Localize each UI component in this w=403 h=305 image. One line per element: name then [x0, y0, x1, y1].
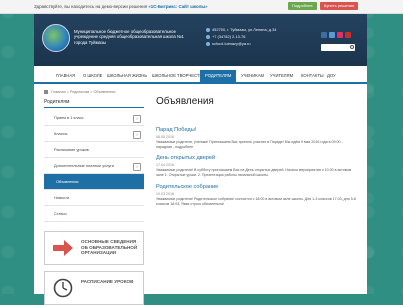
- news-desc: Уважаемые родители, ученики! Приглашаем …: [156, 140, 343, 149]
- nav-students[interactable]: УЧЕНИКАМ: [241, 70, 264, 82]
- sidebar-item-label: Новости: [54, 195, 70, 200]
- sidebar-item-label: Объявления: [56, 179, 79, 184]
- nav-teachers[interactable]: УЧИТЕЛЯМ: [270, 70, 293, 82]
- site-header: Муниципальное бюджетное общеобразователь…: [34, 14, 367, 66]
- clock-icon: [53, 278, 73, 298]
- chevron-right-icon[interactable]: ›: [133, 115, 141, 123]
- nav-school-life[interactable]: ШКОЛЬНАЯ ЖИЗНЬ: [107, 70, 147, 82]
- news-item: Парад Победы! 08.05.2016 Уважаемые родит…: [156, 127, 356, 149]
- sidebar-item-classes[interactable]: Классы ›: [44, 126, 144, 142]
- news-desc: Уважаемые родители! В субботу приглашаем…: [156, 168, 352, 177]
- twitter-icon[interactable]: [329, 32, 335, 38]
- youtube-icon[interactable]: [345, 32, 351, 38]
- org-name[interactable]: Муниципальное бюджетное общеобразователь…: [74, 29, 192, 45]
- sidebar-item-articles[interactable]: Статьи: [44, 206, 144, 222]
- nav-home[interactable]: ГЛАВНАЯ: [56, 70, 75, 82]
- news-date: 08.05.2016: [156, 135, 174, 139]
- sidebar-item-label: Расписание уроков: [54, 147, 89, 152]
- buy-solution-button[interactable]: Купить решение: [320, 2, 359, 10]
- page-panel: Муниципальное бюджетное общеобразователь…: [34, 14, 367, 305]
- nav-dou[interactable]: ДОУ: [327, 70, 336, 82]
- news-title[interactable]: Парад Победы!: [156, 127, 356, 133]
- chevron-right-icon[interactable]: ›: [133, 163, 141, 171]
- sidebar-item-label: Классы: [54, 131, 68, 136]
- sidebar-item-schedule[interactable]: Расписание уроков: [44, 142, 144, 158]
- sidebar-item-news[interactable]: Новости: [44, 190, 144, 206]
- social-links: [321, 32, 351, 38]
- chevron-right-icon[interactable]: ›: [133, 131, 141, 139]
- news-item: День открытых дверей 17.04.2016 Уважаемы…: [156, 155, 356, 177]
- demo-notice-bar: Здравствуйте, вы находитесь на демо-верс…: [0, 0, 403, 14]
- banner-org-info[interactable]: Основные сведения об образовательной орг…: [44, 231, 144, 265]
- crumb-current: Объявления: [93, 90, 116, 94]
- breadcrumb: Главная > Родителям > Объявления: [44, 90, 115, 94]
- email-link[interactable]: school-tuimazy@ya.ru: [212, 40, 251, 47]
- sidebar-item-label: Прием в 1 класс: [54, 115, 84, 120]
- sidebar-item-announcements[interactable]: Объявления: [44, 174, 144, 190]
- sidebar-item-admission[interactable]: Прием в 1 класс ›: [44, 110, 144, 126]
- sidebar-title: Родителям: [44, 99, 144, 108]
- arrow-right-icon: [53, 240, 73, 256]
- news-item: Родительское собрание 10.03.2016 Уважаем…: [156, 184, 356, 206]
- notice-product-link[interactable]: «1С-Битрикс: Сайт школы»: [148, 4, 207, 9]
- news-title[interactable]: День открытых дверей: [156, 155, 356, 161]
- sidebar-item-label: Дополнительные платные услуги: [54, 163, 114, 168]
- crumb-home[interactable]: Главная: [51, 90, 65, 94]
- sidebar-item-label: Статьи: [54, 211, 67, 216]
- news-date: 17.04.2016: [156, 163, 174, 167]
- page-title: Объявления: [156, 96, 214, 107]
- more-info-button[interactable]: Подробнее: [288, 2, 317, 10]
- sidebar-item-paid-services[interactable]: Дополнительные платные услуги ›: [44, 158, 144, 174]
- news-date: 10.03.2016: [156, 192, 174, 196]
- main-nav: ГЛАВНАЯ О ШКОЛЕ ШКОЛЬНАЯ ЖИЗНЬ ШКОЛЬНОЕ …: [34, 70, 367, 84]
- nav-about[interactable]: О ШКОЛЕ: [83, 70, 102, 82]
- notice-text: Здравствуйте, вы находитесь на демо-верс…: [34, 4, 148, 9]
- phone-icon: [206, 34, 210, 39]
- school-logo[interactable]: [42, 24, 70, 52]
- banner-schedule[interactable]: Расписание уроков: [44, 271, 144, 305]
- phone-text: +7 (34782) 2-13-76: [212, 34, 246, 39]
- home-icon[interactable]: [44, 90, 48, 94]
- sidebar-menu: Прием в 1 класс › Классы › Расписание урок…: [44, 110, 144, 222]
- address-text: 452750, г. Туймазы, ул.Ленина, д.34: [212, 27, 277, 32]
- nav-parents[interactable]: РОДИТЕЛЯМ: [200, 70, 237, 82]
- instagram-icon[interactable]: [337, 32, 343, 38]
- search-icon[interactable]: [350, 45, 354, 49]
- vk-icon[interactable]: [321, 32, 327, 38]
- crumb-parents[interactable]: Родителям: [70, 90, 89, 94]
- nav-creativity[interactable]: ШКОЛЬНОЕ ТВОРЧЕСТВО: [152, 70, 205, 82]
- contacts-block: 452750, г. Туймазы, ул.Ленина, д.34 +7 (…: [206, 26, 276, 47]
- banner-org-info-label: Основные сведения об образовательной орг…: [81, 239, 138, 256]
- news-desc: Уважаемые родители! Родительское собрани…: [156, 197, 356, 206]
- nav-contacts[interactable]: КОНТАКТЫ: [301, 70, 324, 82]
- location-icon: [206, 27, 210, 32]
- banner-schedule-label: Расписание уроков: [81, 279, 134, 284]
- news-title[interactable]: Родительское собрание: [156, 184, 356, 190]
- email-icon: [206, 41, 210, 46]
- search-input[interactable]: [321, 44, 355, 51]
